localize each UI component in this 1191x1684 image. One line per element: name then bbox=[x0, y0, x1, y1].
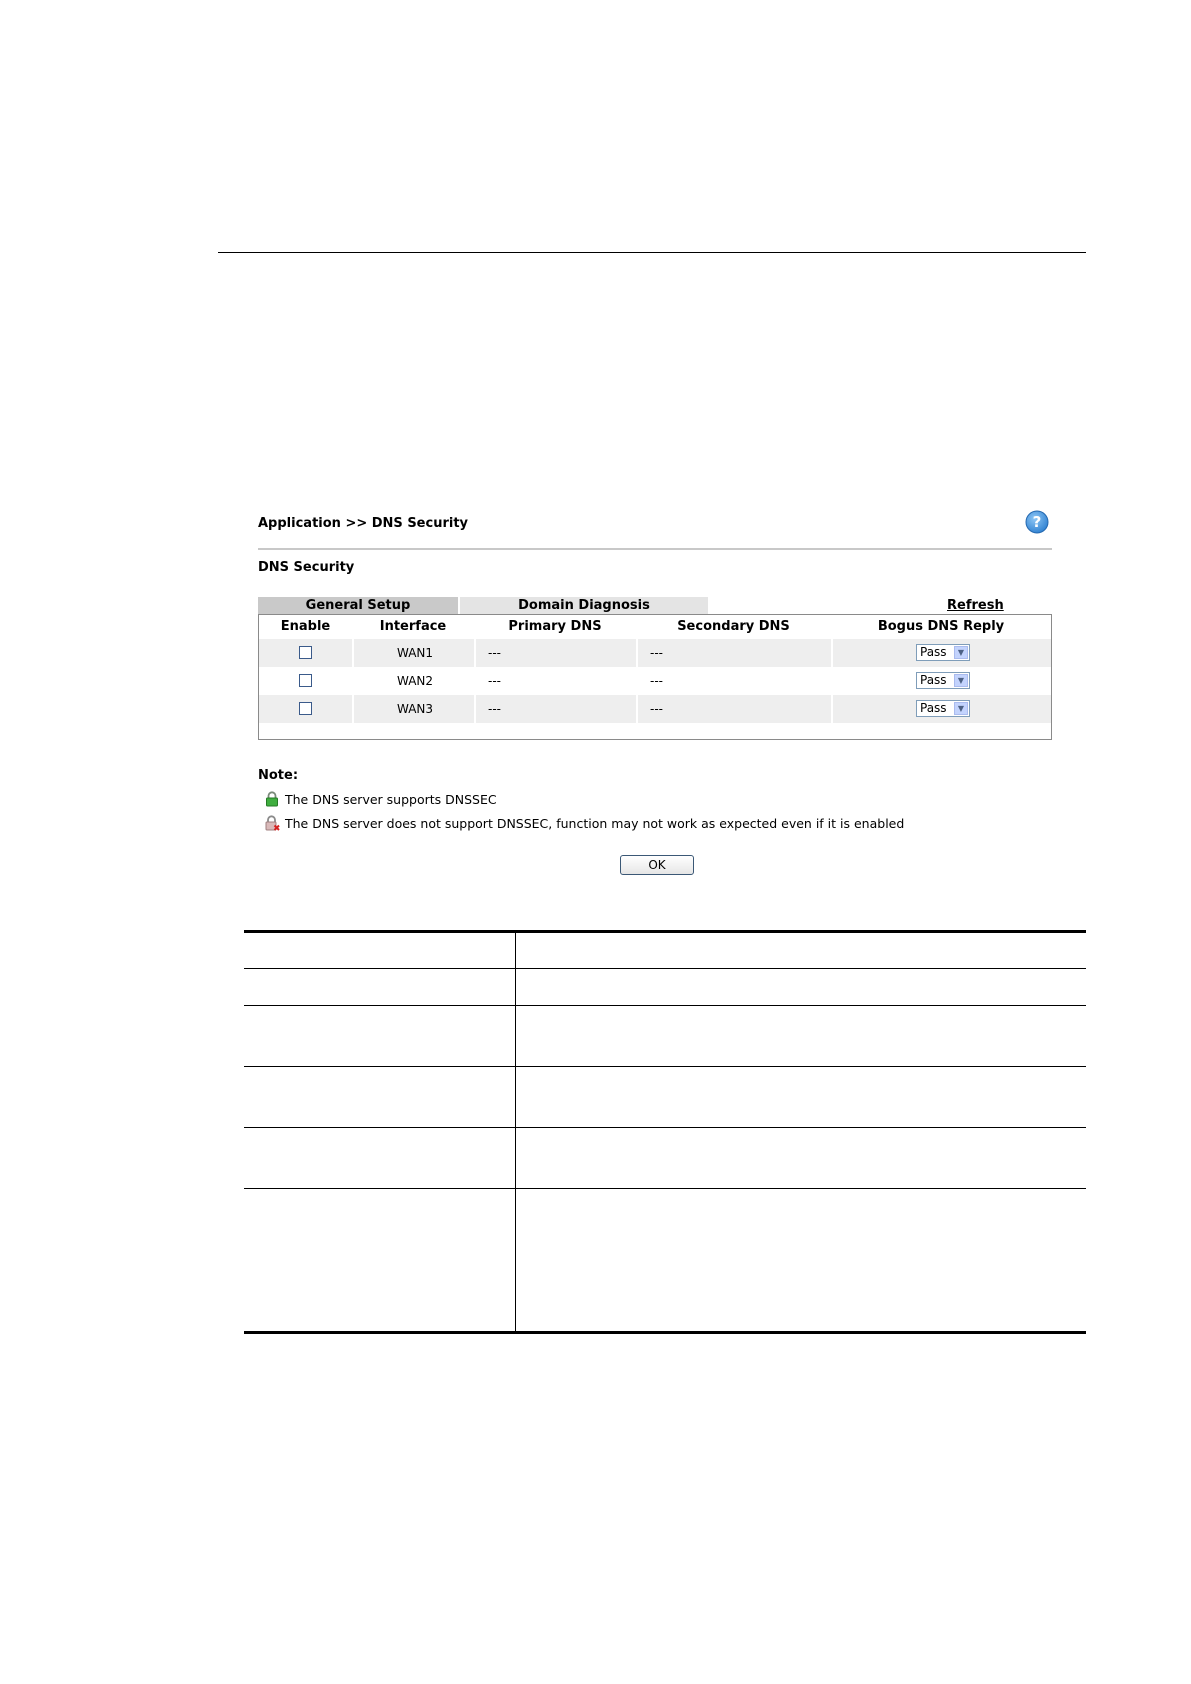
note-label: Note: bbox=[258, 768, 299, 783]
secondary-dns-cell: --- bbox=[636, 667, 831, 695]
table-column-divider bbox=[515, 932, 516, 1332]
table-top-rule bbox=[244, 930, 1086, 933]
tab-domain-diagnosis[interactable]: Domain Diagnosis bbox=[460, 597, 708, 614]
bogus-dns-cell: Pass ▼ bbox=[831, 667, 1053, 695]
table-header-row: Enable Interface Primary DNS Secondary D… bbox=[259, 615, 1051, 639]
svg-text:?: ? bbox=[1033, 513, 1042, 531]
note-text: The DNS server does not support DNSSEC, … bbox=[285, 816, 905, 831]
chevron-down-icon: ▼ bbox=[954, 645, 968, 659]
page-top-rule bbox=[218, 252, 1086, 253]
header-enable: Enable bbox=[280, 619, 331, 634]
enable-cell bbox=[259, 695, 352, 723]
table-row-rule bbox=[244, 1127, 1086, 1128]
note-text: The DNS server supports DNSSEC bbox=[285, 792, 497, 807]
bogus-dns-reply-select-wan3[interactable]: Pass ▼ bbox=[916, 699, 970, 717]
note-item: The DNS server supports DNSSEC bbox=[264, 791, 497, 809]
refresh-link[interactable]: Refresh bbox=[947, 597, 1004, 614]
header-secondary-dns: Secondary DNS bbox=[677, 619, 790, 634]
enable-cell bbox=[259, 639, 352, 667]
ok-button[interactable]: OK bbox=[620, 855, 694, 875]
table-row: WAN1 --- --- Pass ▼ bbox=[259, 639, 1051, 667]
enable-checkbox-wan3[interactable] bbox=[299, 701, 312, 715]
bogus-dns-cell: Pass ▼ bbox=[831, 695, 1053, 723]
section-title: DNS Security bbox=[258, 560, 355, 575]
help-icon[interactable]: ? bbox=[1025, 510, 1049, 534]
table-row: WAN3 --- --- Pass ▼ bbox=[259, 695, 1051, 723]
table-row-rule bbox=[244, 1188, 1086, 1189]
note-item: The DNS server does not support DNSSEC, … bbox=[264, 815, 904, 833]
secondary-dns-cell: --- bbox=[636, 639, 831, 667]
table-header-rule bbox=[244, 968, 1086, 969]
primary-dns-cell: --- bbox=[474, 695, 636, 723]
interface-cell: WAN1 bbox=[352, 639, 476, 667]
select-value: Pass bbox=[920, 672, 947, 687]
bogus-dns-reply-select-wan1[interactable]: Pass ▼ bbox=[916, 643, 970, 661]
header-primary-dns: Primary DNS bbox=[508, 619, 602, 634]
bogus-dns-reply-select-wan2[interactable]: Pass ▼ bbox=[916, 671, 970, 689]
table-row-rule bbox=[244, 1066, 1086, 1067]
primary-dns-cell: --- bbox=[474, 639, 636, 667]
tab-bar: General Setup Domain Diagnosis Refresh bbox=[258, 597, 1052, 614]
select-value: Pass bbox=[920, 700, 947, 715]
header-divider bbox=[258, 548, 1052, 550]
header-bogus-dns-reply: Bogus DNS Reply bbox=[877, 619, 1005, 634]
chevron-down-icon: ▼ bbox=[954, 673, 968, 687]
interface-cell: WAN2 bbox=[352, 667, 476, 695]
secondary-dns-cell: --- bbox=[636, 695, 831, 723]
bogus-dns-cell: Pass ▼ bbox=[831, 639, 1053, 667]
dns-security-table: Enable Interface Primary DNS Secondary D… bbox=[258, 614, 1052, 740]
tab-general-setup[interactable]: General Setup bbox=[258, 597, 458, 614]
chevron-down-icon: ▼ bbox=[954, 701, 968, 715]
lock-unsupported-icon bbox=[265, 815, 280, 831]
table-row-rule bbox=[244, 1005, 1086, 1006]
header-interface: Interface bbox=[379, 619, 447, 634]
enable-cell bbox=[259, 667, 352, 695]
interface-cell: WAN3 bbox=[352, 695, 476, 723]
enable-checkbox-wan2[interactable] bbox=[299, 673, 312, 687]
enable-checkbox-wan1[interactable] bbox=[299, 645, 312, 659]
lock-green-icon bbox=[266, 791, 278, 807]
breadcrumb: Application >> DNS Security bbox=[258, 516, 469, 531]
select-value: Pass bbox=[920, 644, 947, 659]
primary-dns-cell: --- bbox=[474, 667, 636, 695]
table-row: WAN2 --- --- Pass ▼ bbox=[259, 667, 1051, 695]
table-bottom-rule bbox=[244, 1331, 1086, 1334]
